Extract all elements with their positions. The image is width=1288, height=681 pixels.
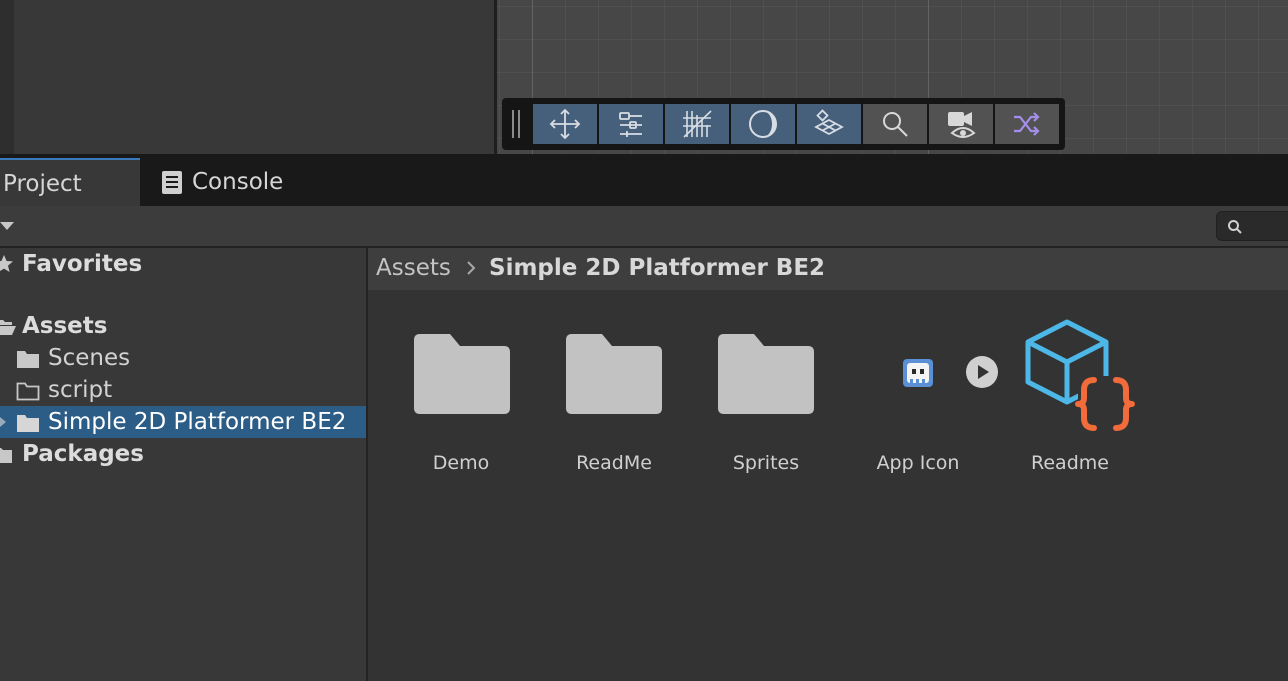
- layers-icon: [814, 109, 844, 136]
- tab-project[interactable]: Project: [0, 158, 140, 206]
- breadcrumb: Assets Simple 2D Platformer BE2: [368, 248, 1288, 290]
- layers-button[interactable]: [797, 104, 861, 144]
- asset-label: ReadMe: [576, 452, 652, 474]
- search-tool-button[interactable]: [863, 104, 927, 144]
- folder-open-icon: [0, 320, 16, 335]
- asset-label: Sprites: [732, 452, 800, 474]
- script-asset-icon: [1025, 319, 1135, 432]
- folder-icon: [0, 448, 12, 463]
- tree-item-simple-2d-platformer-be2[interactable]: Simple 2D Platformer BE2: [0, 406, 366, 438]
- tree-item-assets[interactable]: Assets: [0, 310, 366, 342]
- shuffle-icon: [1014, 112, 1040, 136]
- grid-snap-button[interactable]: [665, 104, 729, 144]
- tab-console-label: Console: [192, 169, 284, 195]
- shading-mode-icon: [749, 110, 777, 138]
- project-toolbar: [0, 206, 1288, 248]
- folder-empty-icon: [16, 382, 40, 401]
- sprite-icon: [903, 359, 933, 387]
- create-dropdown-arrow[interactable]: [0, 222, 14, 230]
- tree-item-favorites[interactable]: Favorites: [0, 248, 366, 280]
- tab-console[interactable]: Console: [150, 158, 300, 206]
- asset-item-demo[interactable]: Demo: [386, 300, 536, 480]
- tree-item-label: Packages: [22, 441, 144, 467]
- asset-item-readme[interactable]: Readme: [995, 300, 1145, 480]
- tree-item-packages[interactable]: Packages: [0, 438, 366, 470]
- folder-icon: [17, 415, 39, 432]
- asset-label: Readme: [1031, 452, 1109, 474]
- tree-item-label: Simple 2D Platformer BE2: [48, 409, 347, 435]
- snap-settings-button[interactable]: [599, 104, 663, 144]
- shading-mode-button[interactable]: [731, 104, 795, 144]
- scene-overlay-toolbar: [502, 98, 1065, 150]
- panel-tab-bar: Project Console: [0, 154, 1288, 206]
- move-tool-button[interactable]: [533, 104, 597, 144]
- asset-item-app-icon[interactable]: App Icon: [843, 300, 993, 480]
- asset-item-sprites[interactable]: Sprites: [691, 300, 841, 480]
- toolbar-grip[interactable]: [518, 110, 520, 138]
- search-icon: [883, 112, 908, 137]
- asset-item-readme-folder[interactable]: ReadMe: [539, 300, 689, 480]
- tree-item-label: script: [48, 377, 113, 403]
- console-icon: [162, 171, 182, 194]
- toolbar-grip[interactable]: [512, 110, 514, 138]
- shuffle-button[interactable]: [995, 104, 1059, 144]
- folder-icon: [17, 351, 39, 368]
- tree-item-scenes[interactable]: Scenes: [0, 342, 366, 374]
- camera-visibility-button[interactable]: [929, 104, 993, 144]
- asset-grid: Demo ReadMe Sprites App Icon Readme: [368, 290, 1288, 681]
- search-icon: [1228, 220, 1242, 234]
- move-tool-icon: [549, 108, 581, 140]
- hierarchy-panel: [0, 0, 496, 154]
- tree-item-label: Favorites: [22, 251, 143, 277]
- project-tree: Favorites Assets Scenes script Simple 2D…: [0, 248, 366, 681]
- folder-icon: [566, 334, 662, 414]
- tree-item-label: Assets: [22, 313, 108, 339]
- tree-item-label: Scenes: [48, 345, 131, 371]
- camera-visibility-icon: [948, 112, 976, 138]
- tab-project-label: Project: [3, 171, 82, 197]
- tree-item-script[interactable]: script: [0, 374, 366, 406]
- chevron-right-icon: [467, 261, 476, 275]
- panel-edge: [0, 0, 14, 154]
- play-expand-icon[interactable]: [965, 355, 999, 389]
- expand-arrow-icon[interactable]: [0, 417, 6, 427]
- breadcrumb-current[interactable]: Simple 2D Platformer BE2: [489, 248, 825, 288]
- asset-label: App Icon: [876, 452, 960, 474]
- folder-icon: [718, 334, 814, 414]
- asset-label: Demo: [432, 452, 490, 474]
- project-search-input[interactable]: [1216, 211, 1288, 241]
- folder-icon: [414, 334, 510, 414]
- star-icon: [0, 255, 13, 272]
- breadcrumb-assets[interactable]: Assets: [376, 248, 451, 288]
- snap-settings-icon: [619, 112, 642, 137]
- grid-snap-icon: [683, 110, 712, 138]
